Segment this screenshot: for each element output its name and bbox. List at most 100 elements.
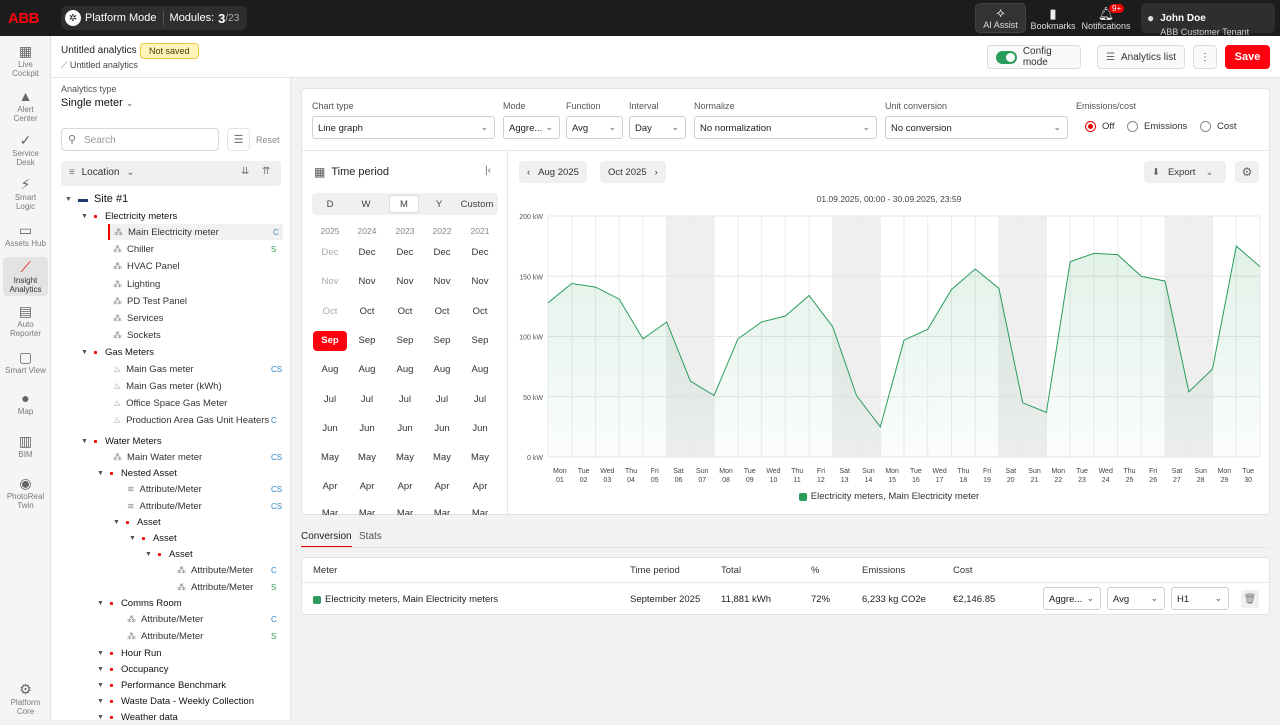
month-cell[interactable]: Apr	[313, 477, 347, 497]
month-cell[interactable]: Jul	[313, 390, 347, 410]
sidebar-item-platform-core[interactable]: ⚙ Platform Core	[3, 679, 48, 718]
tree-group-node[interactable]: ▼ Gas Meters	[81, 344, 283, 360]
bookmarks-button[interactable]: ▮ Bookmarks	[1030, 3, 1076, 33]
month-cell[interactable]: Apr	[350, 477, 384, 497]
caret-down-icon[interactable]: ▼	[97, 698, 104, 705]
tree-meter-node[interactable]: ♨︎ Office Space Gas Meter	[113, 395, 283, 411]
breadcrumb[interactable]: ⟋ Untitled analytics	[61, 60, 138, 71]
tree-meter-node[interactable]: ⁂ PD Test Panel	[113, 293, 283, 309]
reset-button[interactable]: Reset	[256, 135, 280, 145]
tree-meter-node[interactable]: ⁂ Attribute/Meter C	[177, 562, 283, 578]
caret-down-icon[interactable]: ▼	[81, 349, 88, 356]
month-cell[interactable]: Dec	[350, 243, 384, 263]
month-cell[interactable]: Oct	[388, 302, 422, 322]
notifications-button[interactable]: 🔔︎ 9+ Notifications	[1080, 3, 1132, 33]
tree-group-node[interactable]: ▼ Comms Room	[97, 595, 283, 611]
tree-meter-node[interactable]: ⁂ Services	[113, 310, 283, 326]
caret-down-icon[interactable]: ▼	[97, 714, 104, 721]
month-cell[interactable]: Jul	[463, 390, 497, 410]
month-cell[interactable]: Jun	[350, 419, 384, 439]
tree-meter-node[interactable]: ⁂ Chiller S	[113, 241, 283, 257]
toggle-switch[interactable]	[996, 50, 1017, 64]
sidebar-item-insight-analytics[interactable]: ⟋ Insight Analytics	[3, 257, 48, 296]
tree-meter-node[interactable]: ⁂ Main Electricity meter C	[108, 224, 283, 240]
month-cell[interactable]: Mar	[388, 507, 422, 515]
caret-down-icon[interactable]: ▼	[81, 438, 88, 445]
month-cell[interactable]: Aug	[350, 360, 384, 380]
tree-meter-node[interactable]: ≋ Attribute/Meter CS	[127, 481, 283, 497]
month-cell[interactable]: Dec	[388, 243, 422, 263]
sidebar-item-live-cockpit[interactable]: ▦ Live Cockpit	[3, 41, 48, 80]
platform-mode-chip[interactable]: ✲ Platform Mode Modules: 3 /23	[61, 6, 248, 30]
export-button[interactable]: ⬇ Export ⌄	[1144, 161, 1226, 183]
normalize-select[interactable]: No normalization ⌄	[694, 116, 877, 139]
caret-down-icon[interactable]: ▼	[65, 196, 72, 203]
month-cell[interactable]: Sep	[388, 331, 422, 351]
tree-meter-node[interactable]: ⁂ Attribute/Meter S	[127, 628, 283, 644]
month-cell[interactable]: Jul	[425, 390, 459, 410]
tab-period-m[interactable]: M	[389, 195, 419, 213]
tab-period-custom[interactable]: Custom	[457, 195, 497, 213]
tree-group-node[interactable]: ▼ Nested Asset	[97, 465, 283, 481]
caret-down-icon[interactable]: ▼	[97, 600, 104, 607]
sidebar-item-smart-view[interactable]: ▢ Smart View	[3, 347, 48, 377]
config-mode-toggle[interactable]: Config mode	[987, 45, 1081, 69]
chart-type-select[interactable]: Line graph ⌄	[312, 116, 495, 139]
sidebar-item-map[interactable]: ● Map	[3, 388, 48, 418]
tree-group-node[interactable]: ▼ Performance Benchmark	[97, 677, 283, 693]
tree-group-node[interactable]: ▼ Asset	[113, 514, 283, 530]
chart-settings-button[interactable]: ⚙	[1235, 161, 1259, 183]
tab-stats[interactable]: Stats	[359, 531, 382, 546]
caret-down-icon[interactable]: ▼	[97, 470, 104, 477]
sidebar-item-service-desk[interactable]: ✓ Service Desk	[3, 130, 48, 169]
month-cell[interactable]: Aug	[463, 360, 497, 380]
search-input[interactable]: ⚲ Search	[61, 128, 219, 151]
month-cell[interactable]: Nov	[388, 272, 422, 292]
month-cell[interactable]: Dec	[313, 243, 347, 263]
radio-emissions[interactable]: Emissions	[1127, 121, 1187, 132]
unit-conversion-select[interactable]: No conversion ⌄	[885, 116, 1068, 139]
tree-meter-node[interactable]: ⁂ Attribute/Meter C	[127, 611, 283, 627]
month-cell[interactable]: Jul	[388, 390, 422, 410]
sidebar-item-photoreal-twin[interactable]: ◉ PhotoReal Twin	[3, 473, 48, 512]
tree-meter-node[interactable]: ♨︎ Main Gas meter CS	[113, 361, 283, 377]
tree-meter-node[interactable]: ⁂ Sockets	[113, 327, 283, 343]
radio-cost[interactable]: Cost	[1200, 121, 1237, 132]
month-cell[interactable]: Oct	[313, 302, 347, 322]
month-cell[interactable]: Jul	[350, 390, 384, 410]
analytics-type-select[interactable]: Single meter ⌄	[61, 97, 133, 109]
radio-indicator[interactable]	[1085, 121, 1096, 132]
sidebar-item-alert-center[interactable]: ▲ Alert Center	[3, 86, 48, 125]
month-cell[interactable]: Apr	[388, 477, 422, 497]
month-cell[interactable]: Oct	[463, 302, 497, 322]
ai-assist-button[interactable]: ⟡ AI Assist	[975, 3, 1026, 33]
delete-row-button[interactable]: 🗑︎	[1241, 590, 1259, 608]
user-menu[interactable]: ● John Doe ABB Customer Tenant	[1141, 3, 1275, 37]
month-cell[interactable]: Mar	[425, 507, 459, 515]
caret-down-icon[interactable]: ▼	[129, 535, 136, 542]
abb-logo[interactable]: ABB	[8, 10, 40, 27]
next-period-button[interactable]: Oct 2025 ›	[600, 161, 666, 183]
month-cell[interactable]: Mar	[313, 507, 347, 515]
month-cell[interactable]: Mar	[463, 507, 497, 515]
month-cell[interactable]: Apr	[463, 477, 497, 497]
tree-meter-node[interactable]: ⁂ Main Water meter CS	[113, 449, 283, 465]
month-cell[interactable]: Sep	[350, 331, 384, 351]
tree-group-node[interactable]: ▼ Asset	[145, 546, 283, 562]
month-cell[interactable]: Oct	[425, 302, 459, 322]
sidebar-item-smart-logic[interactable]: ⚡︎ Smart Logic	[3, 174, 48, 213]
sidebar-item-assets-hub[interactable]: ▭ Assets Hub	[3, 220, 48, 250]
row-function-select[interactable]: Avg ⌄	[1107, 587, 1165, 610]
tree-meter-node[interactable]: ♨︎ Production Area Gas Unit Heaters C	[113, 412, 283, 428]
tree-group-node[interactable]: ▼ Hour Run	[97, 645, 283, 661]
caret-down-icon[interactable]: ▼	[97, 682, 104, 689]
save-button[interactable]: Save	[1225, 45, 1270, 69]
tree-group-node[interactable]: ▼ ▬ Site #1	[65, 191, 283, 207]
month-cell[interactable]: May	[350, 448, 384, 468]
month-cell[interactable]: Sep	[425, 331, 459, 351]
collapse-all-icon[interactable]: ⇈	[262, 166, 270, 177]
month-cell[interactable]: Mar	[350, 507, 384, 515]
radio-indicator[interactable]	[1127, 121, 1138, 132]
month-cell[interactable]: Jun	[463, 419, 497, 439]
month-cell[interactable]: Dec	[463, 243, 497, 263]
